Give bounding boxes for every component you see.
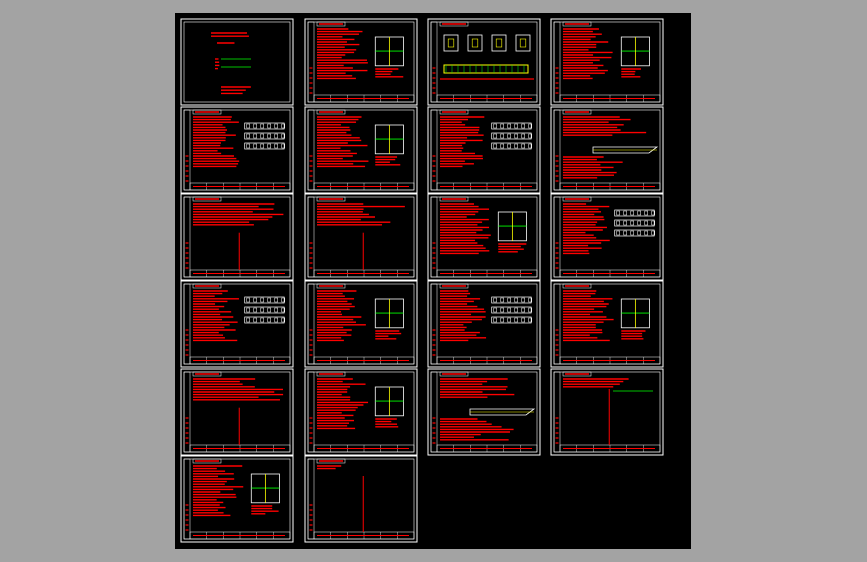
sheet-grid-svg [180,18,664,543]
cad-model-space[interactable] [175,13,691,549]
drawing-sheet[interactable] [550,368,664,456]
drawing-sheet[interactable] [427,18,541,106]
drawing-sheet[interactable] [427,280,541,368]
drawing-sheet[interactable] [180,18,294,106]
drawing-sheet[interactable] [304,455,418,543]
drawing-sheet[interactable] [180,280,294,368]
drawing-sheet[interactable] [550,280,664,368]
drawing-sheet-grid [175,13,691,549]
drawing-sheet[interactable] [180,455,294,543]
drawing-sheet[interactable] [427,368,541,456]
drawing-sheet[interactable] [304,193,418,281]
drawing-sheet[interactable] [180,106,294,194]
drawing-sheet[interactable] [550,18,664,106]
sheet-border [180,18,294,106]
drawing-sheet[interactable] [550,106,664,194]
drawing-sheet[interactable] [427,193,541,281]
drawing-sheet[interactable] [180,368,294,456]
drawing-sheet[interactable] [427,106,541,194]
drawing-sheet[interactable] [180,193,294,281]
sheet-border [427,18,541,106]
drawing-sheet[interactable] [304,368,418,456]
drawing-sheet[interactable] [304,106,418,194]
drawing-sheet[interactable] [304,280,418,368]
drawing-sheet[interactable] [550,193,664,281]
drawing-sheet[interactable] [304,18,418,106]
